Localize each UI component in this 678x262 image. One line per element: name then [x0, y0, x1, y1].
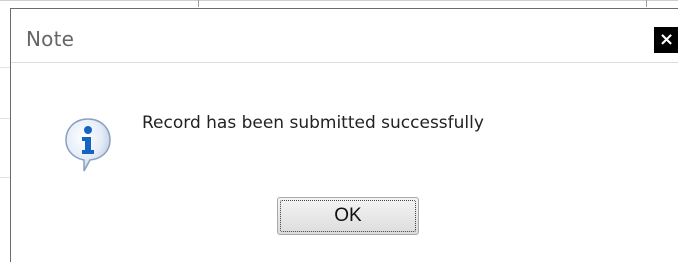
dialog-title: Note — [26, 27, 75, 51]
background-edge — [0, 0, 678, 1]
background-row-line — [0, 177, 10, 178]
dialog-message: Record has been submitted successfully — [142, 113, 484, 133]
close-icon: × — [658, 29, 675, 50]
background-row-line — [0, 118, 10, 119]
ok-button-label: OK — [334, 205, 362, 226]
screen: Note × Record has been submitted success… — [0, 0, 678, 262]
close-button[interactable]: × — [654, 27, 678, 53]
note-dialog: Note × Record has been submitted success… — [10, 8, 678, 262]
ok-button[interactable]: OK — [277, 197, 419, 235]
background-row-line — [0, 67, 10, 68]
background-tick — [646, 0, 647, 7]
background-tick — [198, 0, 199, 7]
title-divider — [11, 62, 678, 63]
info-icon — [64, 117, 112, 173]
